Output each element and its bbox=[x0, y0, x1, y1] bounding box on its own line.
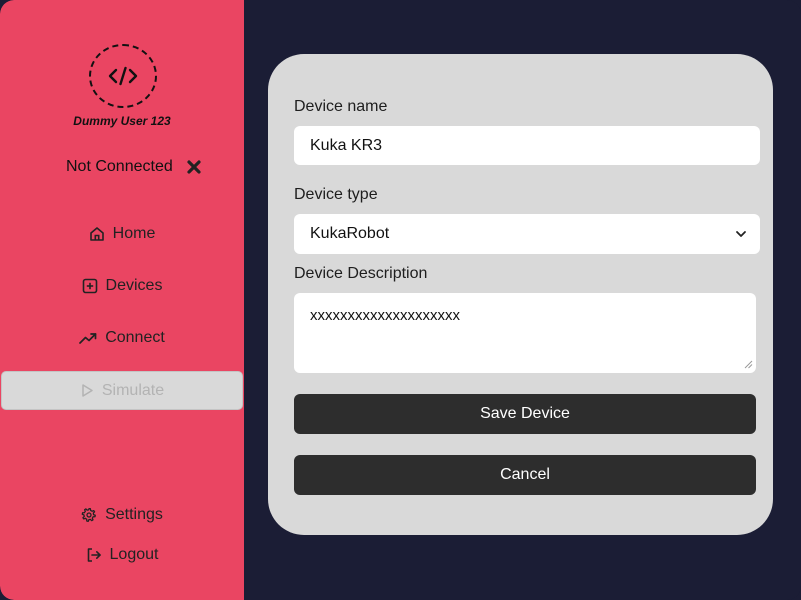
sidebar-item-label: Simulate bbox=[101, 381, 165, 399]
chevron-down-icon bbox=[736, 231, 746, 237]
save-device-button[interactable]: Save Device bbox=[294, 394, 756, 434]
device-type-value: KukaRobot bbox=[310, 225, 390, 242]
device-name-input[interactable] bbox=[294, 126, 760, 165]
sidebar-item-label: Connect bbox=[105, 329, 165, 346]
username: Dummy User 123 bbox=[73, 114, 171, 128]
code-icon bbox=[108, 66, 138, 86]
sidebar-item-label: Settings bbox=[105, 506, 163, 523]
device-name-label: Device name bbox=[294, 98, 388, 115]
sidebar-item-home[interactable]: Home bbox=[0, 216, 244, 252]
device-description-input[interactable]: xxxxxxxxxxxxxxxxxxxx bbox=[294, 293, 756, 373]
device-type-select[interactable]: KukaRobot bbox=[294, 214, 760, 254]
sidebar-item-settings[interactable]: Settings bbox=[0, 497, 244, 533]
sidebar-item-simulate[interactable]: Simulate bbox=[1, 371, 243, 410]
plus-square-icon bbox=[82, 278, 97, 294]
cancel-button[interactable]: Cancel bbox=[294, 455, 756, 495]
logout-icon bbox=[87, 548, 101, 562]
device-form-card: Device name Device type KukaRobot Device… bbox=[268, 54, 773, 535]
device-type-label: Device type bbox=[294, 186, 378, 203]
trending-up-icon bbox=[79, 333, 97, 344]
sidebar-item-label: Devices bbox=[105, 277, 163, 294]
sidebar-item-label: Home bbox=[112, 225, 156, 242]
gear-icon bbox=[81, 508, 96, 523]
play-icon bbox=[82, 384, 93, 397]
user-avatar bbox=[89, 44, 157, 108]
sidebar-item-label: Logout bbox=[109, 546, 159, 563]
sidebar-item-devices[interactable]: Devices bbox=[0, 268, 244, 304]
resize-grip-icon[interactable] bbox=[744, 360, 753, 369]
sidebar: Dummy User 123 Not Connected Home Device… bbox=[0, 0, 244, 600]
close-icon[interactable] bbox=[187, 160, 201, 174]
sidebar-item-connect[interactable]: Connect bbox=[0, 320, 244, 356]
home-icon bbox=[89, 227, 104, 241]
device-description-label: Device Description bbox=[294, 265, 428, 282]
sidebar-item-logout[interactable]: Logout bbox=[0, 537, 244, 573]
connection-status-label: Not Connected bbox=[66, 158, 173, 175]
app-window: Dummy User 123 Not Connected Home Device… bbox=[0, 0, 801, 600]
connection-status: Not Connected bbox=[66, 156, 201, 178]
